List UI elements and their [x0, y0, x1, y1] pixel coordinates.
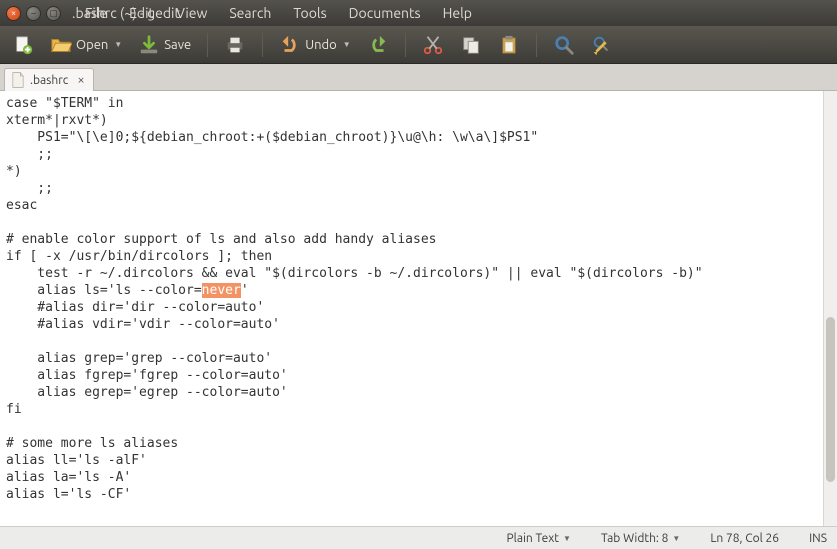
find-button[interactable]	[547, 31, 581, 59]
menu-documents[interactable]: Documents	[341, 5, 429, 21]
tab-label: .bashrc	[30, 74, 68, 87]
chevron-down-icon: ▼	[672, 534, 680, 543]
paste-button[interactable]	[492, 31, 526, 59]
redo-button[interactable]	[361, 31, 395, 59]
tab-bashrc[interactable]: .bashrc ×	[4, 68, 94, 91]
save-icon	[138, 34, 160, 56]
titlebar: × – ▢ .bashrc (~) - gedit File Edit View…	[0, 0, 837, 26]
cursor-position: Ln 78, Col 26	[710, 532, 779, 545]
open-button[interactable]: Open ▼	[44, 31, 128, 59]
syntax-mode-selector[interactable]: Plain Text ▼	[506, 532, 570, 545]
tab-strip: .bashrc ×	[0, 64, 837, 91]
selected-text: never	[202, 283, 241, 298]
search-icon	[553, 34, 575, 56]
toolbar-separator	[536, 33, 537, 57]
syntax-label: Plain Text	[506, 532, 559, 545]
undo-label: Undo	[305, 38, 337, 52]
find-replace-button[interactable]	[585, 31, 619, 59]
window-close-button[interactable]: ×	[6, 6, 21, 21]
insert-mode[interactable]: INS	[809, 532, 827, 545]
menu-tools[interactable]: Tools	[285, 5, 334, 21]
chevron-down-icon: ▼	[343, 40, 351, 49]
redo-icon	[367, 34, 389, 56]
toolbar: Open ▼ Save Undo ▼	[0, 26, 837, 64]
menu-help[interactable]: Help	[435, 5, 480, 21]
open-label: Open	[76, 38, 108, 52]
folder-open-icon	[50, 34, 72, 56]
copy-button[interactable]	[454, 31, 488, 59]
tab-width-label: Tab Width: 8	[601, 532, 668, 545]
print-button[interactable]	[218, 31, 252, 59]
menu-search[interactable]: Search	[221, 5, 279, 21]
window-maximize-button[interactable]: ▢	[46, 6, 61, 21]
new-file-button[interactable]	[6, 31, 40, 59]
cut-button[interactable]	[416, 31, 450, 59]
code-after: ' #alias dir='dir --color=auto' #alias v…	[6, 283, 288, 502]
printer-icon	[224, 34, 246, 56]
vertical-scrollbar[interactable]	[823, 91, 837, 526]
undo-button[interactable]: Undo ▼	[273, 31, 356, 59]
copy-icon	[460, 34, 482, 56]
paste-icon	[498, 34, 520, 56]
toolbar-separator	[262, 33, 263, 57]
status-bar: Plain Text ▼ Tab Width: 8 ▼ Ln 78, Col 2…	[0, 526, 837, 549]
save-label: Save	[164, 38, 191, 52]
chevron-down-icon: ▼	[563, 534, 571, 543]
tab-close-icon[interactable]: ×	[77, 73, 84, 87]
code-before: case "$TERM" in xterm*|rxvt*) PS1="\[\e]…	[6, 96, 703, 298]
toolbar-separator	[207, 33, 208, 57]
window-title: .bashrc (~) - gedit	[72, 5, 180, 21]
scissors-icon	[422, 34, 444, 56]
window-minimize-button[interactable]: –	[26, 6, 41, 21]
editor-area[interactable]: case "$TERM" in xterm*|rxvt*) PS1="\[\e]…	[0, 91, 837, 526]
toolbar-separator	[405, 33, 406, 57]
tab-width-selector[interactable]: Tab Width: 8 ▼	[601, 532, 680, 545]
undo-icon	[279, 34, 301, 56]
chevron-down-icon: ▼	[114, 40, 122, 49]
scrollbar-thumb[interactable]	[826, 317, 835, 482]
find-replace-icon	[591, 34, 613, 56]
save-button[interactable]: Save	[132, 31, 197, 59]
window-controls: × – ▢	[6, 6, 61, 21]
new-file-icon	[12, 34, 34, 56]
document-icon	[11, 72, 25, 88]
